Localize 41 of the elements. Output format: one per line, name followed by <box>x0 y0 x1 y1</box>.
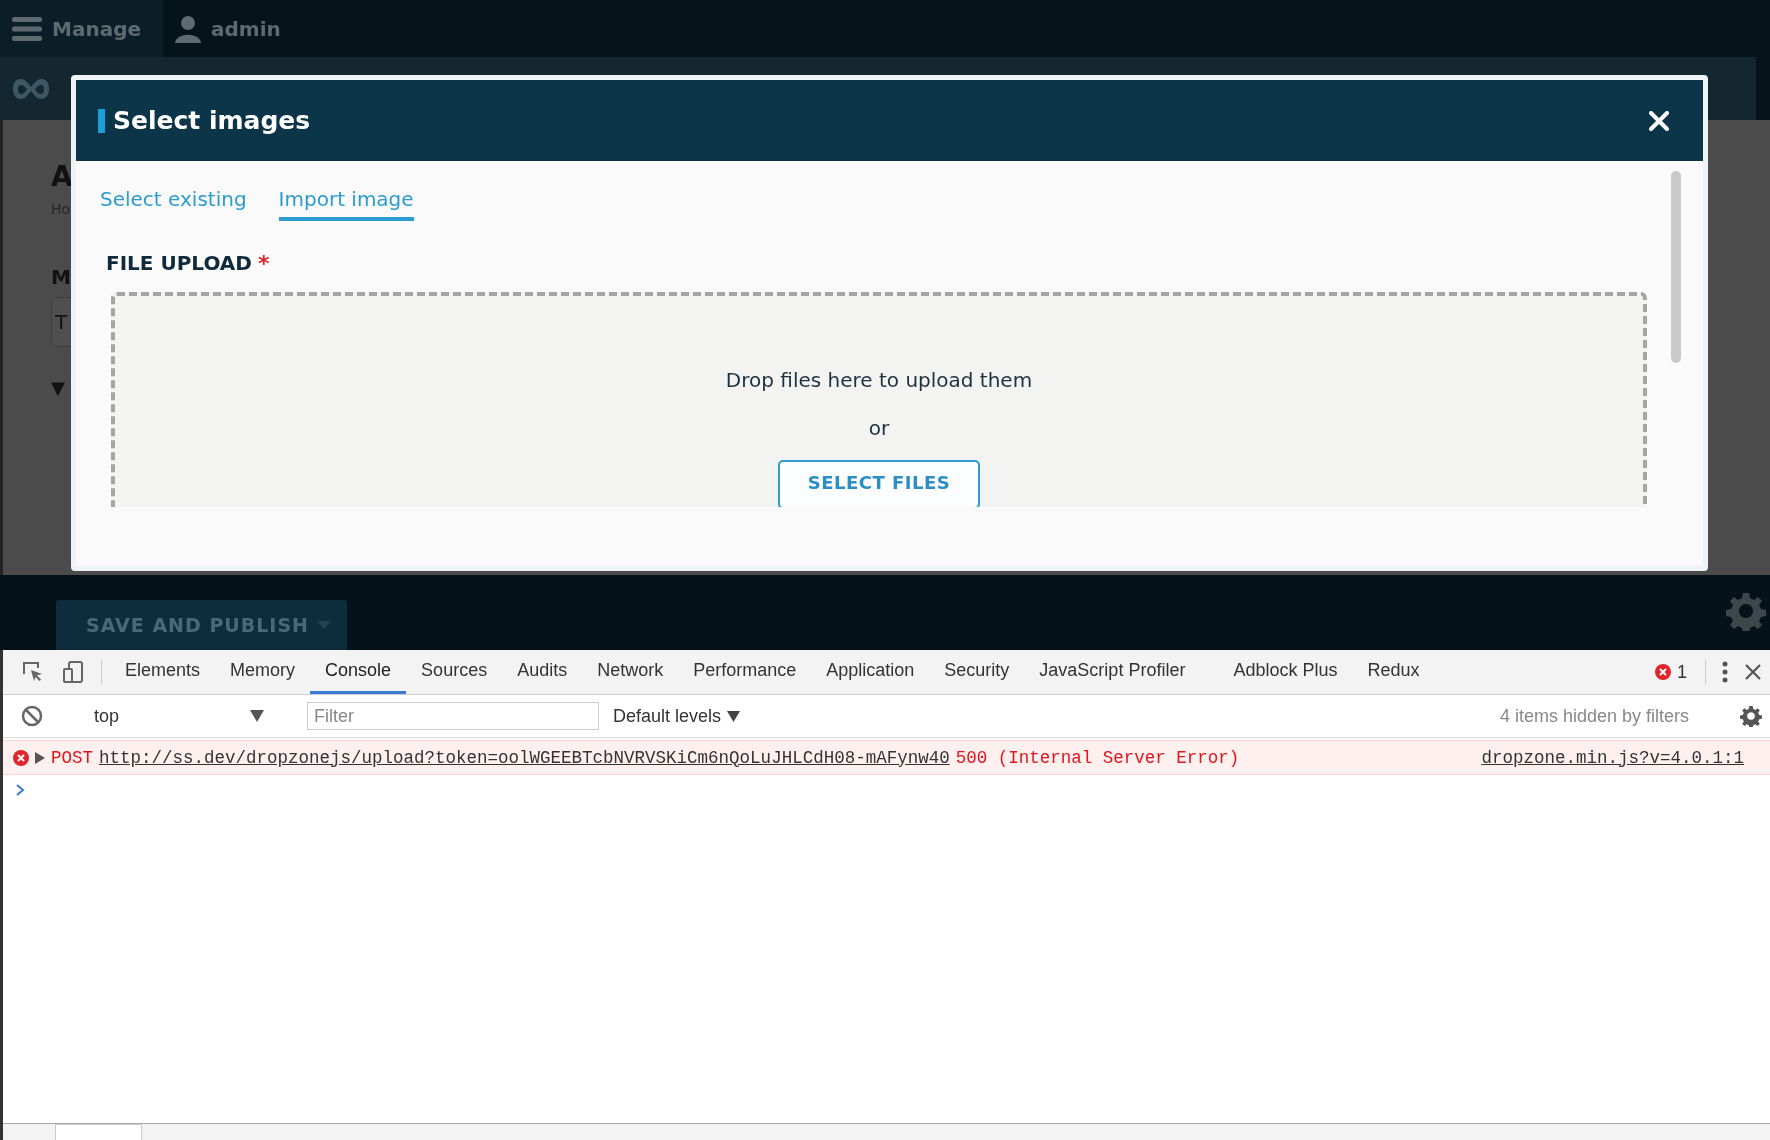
request-link[interactable]: http://ss.dev/dropzonejs/upload?token=oolWGEEBTcbNVRVSKiCm6nQoLuJHLCdH08-mAFynw40 <box>99 747 950 768</box>
context-select[interactable]: top <box>84 705 274 727</box>
devtools-tab[interactable]: JavaScript Profiler <box>1024 650 1201 694</box>
modal-title: Select images <box>98 108 311 133</box>
error-icon <box>1655 664 1671 680</box>
required-mark: * <box>257 251 270 276</box>
logo-icon <box>12 76 50 101</box>
user-icon <box>175 14 201 43</box>
page-heading: A <box>51 160 74 193</box>
devtools-tab[interactable]: Adblock Plus <box>1218 650 1353 694</box>
devtools-tab[interactable]: Sources <box>406 650 503 694</box>
dropzone-message: Drop files here to upload them <box>725 368 1033 392</box>
filter-field[interactable]: Filter <box>307 702 599 730</box>
error-icon <box>13 749 29 766</box>
devtools-tab[interactable]: Redux <box>1352 650 1435 694</box>
menu-icon <box>12 15 42 42</box>
hidden-items-note: 4 items hidden by filters <box>1499 705 1690 727</box>
source-link[interactable]: dropzone.min.js?v=4.0.1:1 <box>1481 747 1760 768</box>
dropzone[interactable]: Drop files here to upload them or SELECT FILES <box>111 292 1647 507</box>
expand-icon[interactable] <box>35 751 45 764</box>
levels-dropdown[interactable]: Default levels <box>607 705 747 727</box>
field-label: M <box>51 265 72 289</box>
scrollbar[interactable] <box>1671 171 1681 363</box>
devtools-tab[interactable]: Performance <box>678 650 812 694</box>
prompt-icon <box>15 783 25 797</box>
caret-icon <box>727 710 741 722</box>
separator-text: or <box>868 416 890 440</box>
devtools-tab[interactable]: Application <box>811 650 930 694</box>
devtools-tab[interactable]: Console <box>310 650 407 694</box>
caret-icon <box>250 710 264 722</box>
caret-icon <box>317 621 331 629</box>
error-status: 500 (Internal Server Error) <box>955 747 1240 768</box>
error-count[interactable]: 1 <box>1677 661 1687 683</box>
devtools-tab[interactable]: Network <box>582 650 679 694</box>
field-label: FILE UPLOAD <box>106 251 252 275</box>
request-method: POST <box>51 747 93 768</box>
devtools-tab[interactable]: Audits <box>502 650 583 694</box>
devtools-tab[interactable]: Security <box>929 650 1025 694</box>
devtools-tab[interactable]: Memory <box>215 650 311 694</box>
select-files-button[interactable]: SELECT FILES <box>777 460 981 507</box>
devtools-tab[interactable]: Elements <box>110 650 216 694</box>
